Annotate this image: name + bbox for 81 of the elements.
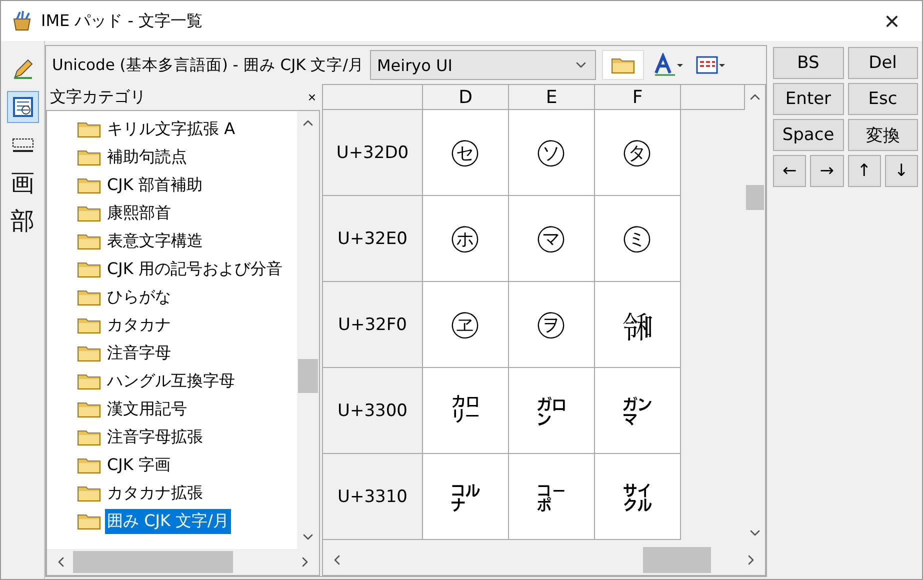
- close-button[interactable]: ×: [308, 89, 316, 105]
- key-button[interactable]: BS: [773, 47, 844, 79]
- tree-item[interactable]: キリル文字拡張 A: [105, 116, 238, 142]
- folder-icon: [77, 316, 101, 334]
- character-cell[interactable]: ㌍: [423, 368, 509, 454]
- tree-item[interactable]: CJK 部首補助: [105, 172, 204, 198]
- column-header: E: [509, 85, 595, 110]
- arrow-key-button[interactable]: →: [810, 155, 844, 187]
- row-header: U+32E0: [323, 196, 423, 282]
- key-button[interactable]: 変換: [848, 119, 918, 151]
- folder-icon: [77, 512, 101, 530]
- key-button[interactable]: Enter: [773, 83, 844, 115]
- tree-item[interactable]: 囲み CJK 文字/月: [105, 508, 231, 534]
- character-cell[interactable]: ㋭: [423, 196, 509, 282]
- folder-button[interactable]: [602, 50, 644, 80]
- character-cell[interactable]: ㌏: [595, 368, 681, 454]
- scroll-thumb[interactable]: [643, 547, 711, 573]
- folder-icon: [77, 204, 101, 222]
- folder-icon: [77, 176, 101, 194]
- tree-item[interactable]: カタカナ拡張: [105, 480, 205, 506]
- column-header: D: [423, 85, 509, 110]
- row-header: U+32F0: [323, 282, 423, 368]
- folder-icon: [610, 56, 635, 74]
- folder-icon: [77, 372, 101, 390]
- scroll-thumb[interactable]: [73, 551, 233, 573]
- character-cell[interactable]: ㌎: [509, 368, 595, 454]
- row-header: U+32D0: [323, 110, 423, 196]
- app-icon: [11, 10, 33, 32]
- close-button[interactable]: ×: [872, 3, 912, 39]
- tree-item[interactable]: 補助句読点: [105, 144, 189, 170]
- folder-icon: [77, 344, 101, 362]
- folder-icon: [77, 260, 101, 278]
- tree-item[interactable]: ハングル互換字母: [105, 368, 237, 394]
- character-cell[interactable]: ㋽: [423, 282, 509, 368]
- arrow-key-button[interactable]: ←: [773, 155, 806, 187]
- font-dropdown[interactable]: Meiryo UI: [370, 50, 596, 80]
- tree-item[interactable]: 表意文字構造: [105, 228, 205, 254]
- arrow-key-button[interactable]: ↓: [884, 155, 918, 187]
- row-header: U+3310: [323, 454, 423, 540]
- folder-icon: [77, 288, 101, 306]
- horizontal-scrollbar[interactable]: [47, 549, 319, 575]
- tree-item[interactable]: ひらがな: [105, 284, 173, 310]
- character-list-icon[interactable]: [6, 91, 38, 123]
- key-button[interactable]: Esc: [848, 83, 918, 115]
- row-header: U+3300: [323, 368, 423, 454]
- character-cell[interactable]: ㋾: [509, 282, 595, 368]
- character-cell[interactable]: ㋟: [595, 110, 681, 196]
- tree-item[interactable]: CJK 字画: [105, 452, 172, 478]
- key-button[interactable]: Space: [773, 119, 844, 151]
- folder-icon: [77, 428, 101, 446]
- folder-icon: [77, 148, 101, 166]
- category-title: Unicode (基本多言語面) - 囲み CJK 文字/月: [52, 54, 364, 76]
- tree-item[interactable]: 康熙部首: [105, 200, 173, 226]
- character-cell[interactable]: ㋿: [595, 282, 681, 368]
- scroll-thumb[interactable]: [746, 185, 764, 210]
- tree-item[interactable]: 漢文用記号: [105, 396, 189, 422]
- character-cell[interactable]: ㋯: [595, 196, 681, 282]
- character-cell[interactable]: ㌟: [595, 454, 681, 540]
- folder-icon: [77, 232, 101, 250]
- tree-item[interactable]: 注音字母: [105, 340, 173, 366]
- vertical-scrollbar[interactable]: [297, 111, 319, 549]
- character-cell[interactable]: ㌝: [423, 454, 509, 540]
- character-cell[interactable]: ㋞: [509, 110, 595, 196]
- folder-icon: [77, 400, 101, 418]
- key-button[interactable]: Del: [848, 47, 918, 79]
- scroll-thumb[interactable]: [298, 359, 318, 393]
- panel-title: 文字カテゴリ: [50, 86, 146, 108]
- tree-item[interactable]: カタカナ: [105, 312, 173, 338]
- tool-button[interactable]: 部: [6, 205, 38, 237]
- tree-item[interactable]: CJK 用の記号および分音: [105, 256, 284, 282]
- character-cell[interactable]: ㋝: [423, 110, 509, 196]
- tool-button[interactable]: 画: [6, 167, 38, 199]
- folder-icon: [77, 456, 101, 474]
- arrow-key-button[interactable]: ↑: [848, 155, 881, 187]
- column-header: F: [595, 85, 681, 110]
- character-cell[interactable]: ㋮: [509, 196, 595, 282]
- window-title: IME パッド - 文字一覧: [41, 10, 204, 32]
- folder-icon: [77, 484, 101, 502]
- character-cell[interactable]: ㌞: [509, 454, 595, 540]
- tree-item[interactable]: 注音字母拡張: [105, 424, 205, 450]
- folder-icon: [77, 120, 101, 138]
